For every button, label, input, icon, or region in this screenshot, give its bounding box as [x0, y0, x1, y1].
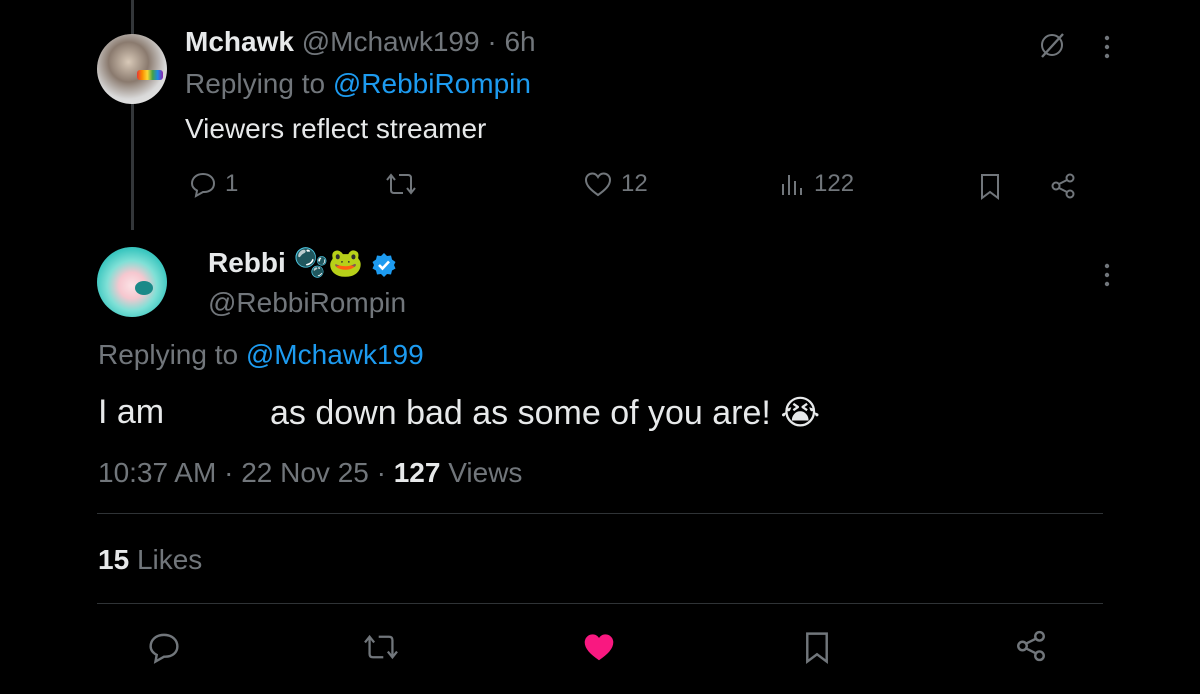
divider — [97, 513, 1103, 514]
separator: · — [487, 26, 497, 57]
replying-prefix: Replying to — [185, 68, 326, 99]
tweet-text-part1: I am — [98, 393, 165, 431]
retweet-button[interactable] — [362, 631, 400, 668]
share-button[interactable] — [1049, 172, 1077, 205]
like-button[interactable] — [581, 631, 617, 668]
bookmark-button[interactable] — [977, 172, 1003, 205]
bookmark-icon — [981, 174, 999, 200]
more-icon[interactable] — [1099, 262, 1115, 293]
retweet-icon — [364, 634, 398, 660]
reply-header: Mchawk @Mchawk199 · 6h — [185, 26, 536, 58]
name-emojis: 🫧🐸 — [293, 246, 364, 279]
share-button[interactable] — [1014, 629, 1048, 668]
tweet-text: I am — [98, 393, 164, 432]
handle[interactable]: @RebbiRompin — [208, 287, 406, 319]
timestamp[interactable]: 10:37 AM — [98, 457, 216, 488]
reply-button[interactable] — [147, 630, 181, 669]
tweet-text: Viewers reflect streamer — [185, 113, 487, 144]
separator: · — [376, 457, 386, 488]
date[interactable]: 22 Nov 25 — [241, 457, 369, 488]
views-count: 122 — [814, 170, 855, 197]
reply-icon — [149, 633, 179, 664]
rainbow-flag-icon — [137, 70, 163, 80]
replying-prefix: Replying to — [98, 339, 239, 370]
likes-label: Likes — [136, 544, 203, 575]
display-name[interactable]: Rebbi — [208, 247, 286, 278]
tweet-meta: 10:37 AM · 22 Nov 25 · 127 Views — [98, 457, 522, 489]
likes-summary[interactable]: 15 Likes — [98, 544, 202, 576]
views-icon — [782, 175, 802, 195]
retweet-icon — [386, 173, 416, 195]
like-button[interactable]: 12 — [583, 170, 648, 198]
timestamp[interactable]: 6h — [504, 26, 535, 57]
tweet-text-part2: as down bad as some of you are! — [270, 394, 771, 432]
avatar-mouth — [135, 281, 153, 295]
verified-badge-icon — [371, 252, 397, 278]
views-button[interactable]: 122 — [778, 170, 854, 198]
replying-to-line: Replying to @RebbiRompin — [185, 68, 531, 100]
like-icon — [584, 172, 612, 197]
retweet-button[interactable] — [385, 170, 417, 198]
bookmark-icon — [806, 632, 828, 664]
replying-to-mention[interactable]: @Mchawk199 — [246, 339, 424, 370]
replying-to-line: Replying to @Mchawk199 — [98, 339, 424, 371]
crying-emoji: 😭 — [780, 393, 821, 433]
reply-count: 1 — [225, 170, 239, 197]
avatar[interactable] — [97, 34, 167, 104]
reply-icon — [190, 172, 216, 198]
tweet-text-continued: as down bad as some of you are! 😭 — [270, 393, 820, 433]
replying-to-mention[interactable]: @RebbiRompin — [333, 68, 531, 99]
likes-count: 15 — [98, 544, 130, 575]
grok-icon[interactable] — [1037, 30, 1067, 65]
bookmark-button[interactable] — [801, 630, 833, 669]
main-header: Rebbi 🫧🐸 — [208, 246, 397, 279]
handle[interactable]: @Mchawk199 — [302, 26, 480, 57]
views-label[interactable]: Views — [448, 457, 522, 488]
display-name[interactable]: Mchawk — [185, 26, 294, 57]
share-icon — [1017, 630, 1045, 662]
separator: · — [224, 457, 234, 488]
reply-button[interactable]: 1 — [189, 170, 238, 198]
views-count: 127 — [393, 457, 441, 488]
avatar[interactable] — [97, 247, 167, 317]
like-icon-active — [584, 634, 614, 661]
more-icon[interactable] — [1099, 34, 1115, 65]
like-count: 12 — [621, 170, 648, 197]
share-icon — [1051, 173, 1075, 199]
divider — [97, 603, 1103, 604]
